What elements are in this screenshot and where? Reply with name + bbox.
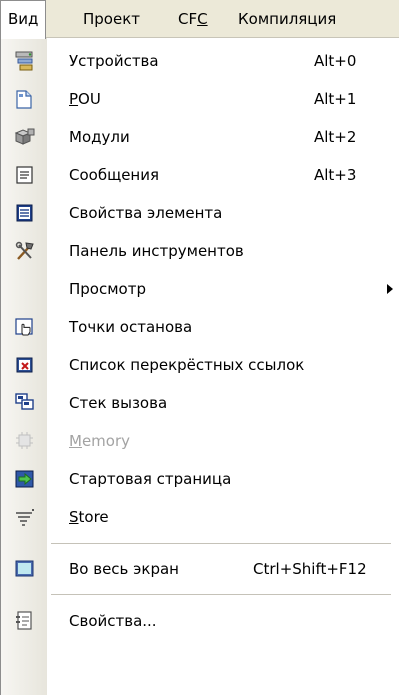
menu-item-shortcut: Ctrl+Shift+F12 — [253, 560, 367, 578]
menu-item-label: Стартовая страница — [69, 470, 232, 488]
devices-icon — [14, 50, 34, 71]
menu-item-start-page[interactable]: Стартовая страница — [1, 460, 399, 498]
menu-item-toolbar[interactable]: Панель инструментов — [1, 232, 399, 270]
messages-icon — [14, 164, 34, 184]
pou-icon — [14, 88, 34, 109]
menu-item-mnemonic: P — [69, 90, 79, 108]
menu-item-label: Во весь экран — [69, 560, 179, 578]
menu-item-modules[interactable]: Модули Alt+2 — [1, 118, 399, 156]
menu-item-label: Модули — [69, 128, 130, 146]
menu-item-shortcut: Alt+2 — [314, 128, 357, 146]
fullscreen-icon — [14, 558, 34, 578]
call-stack-icon — [14, 392, 34, 412]
menu-item-shortcut: Alt+3 — [314, 166, 357, 184]
menu-cfc-label-prefix: CF — [178, 10, 198, 28]
app-root: Вид Проект CFC Компиляция Устройства Alt… — [0, 0, 399, 695]
menu-item-label-rest: emory — [81, 432, 131, 450]
menu-item-label: POU — [69, 80, 101, 118]
menu-project[interactable]: Проект — [83, 0, 140, 38]
menu-item-label: Устройства — [69, 52, 159, 70]
menu-bar: Вид Проект CFC Компиляция — [0, 0, 399, 39]
menu-item-store[interactable]: Store — [1, 498, 399, 536]
store-icon — [14, 506, 34, 526]
menu-item-pou[interactable]: POU Alt+1 — [1, 80, 399, 118]
menu-item-label: Точки останова — [69, 318, 193, 336]
breakpoints-icon — [14, 316, 34, 336]
menu-item-memory[interactable]: Memory — [1, 422, 399, 460]
menu-item-label: Стек вызова — [69, 394, 168, 412]
menu-item-devices[interactable]: Устройства Alt+0 — [1, 42, 399, 80]
menu-item-fullscreen[interactable]: Во весь экран Ctrl+Shift+F12 — [1, 550, 399, 588]
menu-item-properties[interactable]: Свойства... — [1, 602, 399, 640]
menu-item-call-stack[interactable]: Стек вызова — [1, 384, 399, 422]
element-properties-icon — [14, 202, 34, 222]
cross-references-icon — [14, 354, 34, 374]
menu-item-label-rest: tore — [78, 508, 109, 526]
menu-item-cross-references[interactable]: Список перекрёстных ссылок — [1, 346, 399, 384]
menu-separator — [51, 594, 391, 595]
menu-cfc-label-mnemonic: C — [197, 10, 208, 28]
start-page-icon — [14, 468, 34, 488]
menu-compile-label: Компиляция — [238, 10, 337, 28]
menu-item-label: Просмотр — [69, 280, 146, 298]
modules-icon — [14, 126, 35, 146]
menu-item-label: Свойства элемента — [69, 204, 223, 222]
menu-item-view-submenu[interactable]: Просмотр — [1, 270, 399, 308]
menu-view-label: Вид — [8, 10, 39, 28]
menu-cfc[interactable]: CFC — [178, 0, 208, 38]
menu-item-mnemonic: M — [69, 432, 82, 450]
menu-item-mnemonic: S — [69, 508, 79, 526]
menu-compile[interactable]: Компиляция — [238, 0, 336, 38]
menu-item-label: Список перекрёстных ссылок — [69, 356, 305, 374]
menu-view[interactable]: Вид — [0, 0, 47, 39]
menu-separator — [51, 543, 391, 544]
menu-project-label: Проект — [83, 10, 141, 28]
memory-icon — [14, 430, 34, 450]
menu-item-label: Сообщения — [69, 166, 160, 184]
menu-item-label-rest: OU — [78, 90, 101, 108]
menu-item-breakpoints[interactable]: Точки останова — [1, 308, 399, 346]
properties-icon — [14, 610, 34, 630]
menu-item-label: Панель инструментов — [69, 242, 244, 260]
menu-item-label: Store — [69, 498, 109, 536]
submenu-arrow-icon — [387, 284, 393, 294]
menu-item-shortcut: Alt+1 — [314, 90, 357, 108]
menu-item-shortcut: Alt+0 — [314, 52, 357, 70]
menu-item-label: Memory — [69, 422, 130, 460]
view-dropdown-menu: Устройства Alt+0 POU Alt+1 Модули Alt+2 … — [0, 38, 399, 695]
menu-item-label: Свойства... — [69, 612, 157, 630]
menu-item-element-properties[interactable]: Свойства элемента — [1, 194, 399, 232]
tools-icon — [14, 240, 34, 260]
menu-item-messages[interactable]: Сообщения Alt+3 — [1, 156, 399, 194]
